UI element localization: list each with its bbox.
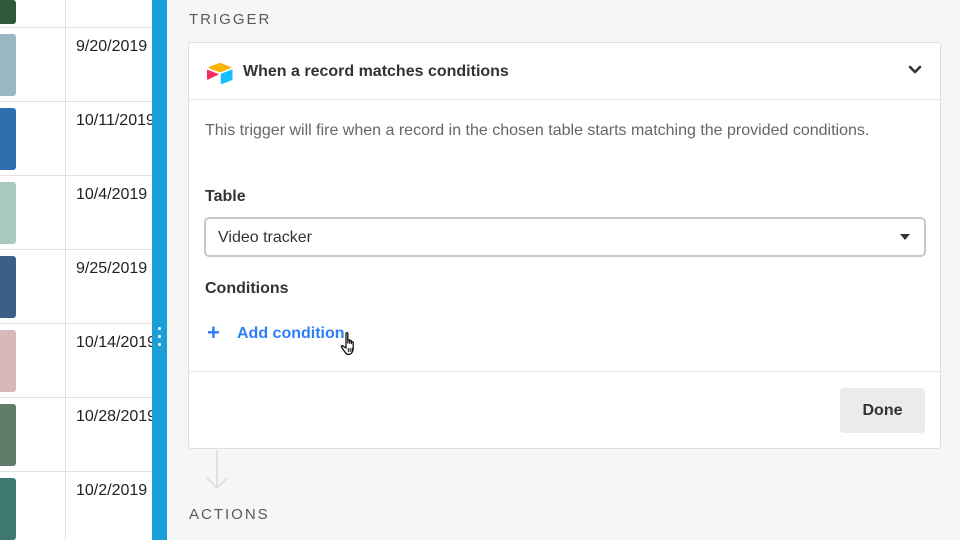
thumbnail-image [0, 330, 16, 392]
dropdown-caret-icon [900, 234, 910, 240]
table-row[interactable]: 10/11/2019 [0, 102, 152, 176]
thumbnail-image [0, 34, 16, 96]
date-cell: 10/28/2019 [76, 408, 152, 425]
date-cell: 9/25/2019 [76, 260, 148, 277]
table-row[interactable]: 10/2/2019 [0, 472, 152, 540]
drag-handle-icon[interactable] [157, 327, 162, 353]
date-cell: 9/20/2019 [76, 38, 148, 55]
table-field-label: Table [205, 188, 246, 205]
table-row[interactable] [0, 0, 152, 28]
thumbnail-image [0, 478, 16, 540]
trigger-section-label: TRIGGER [189, 11, 272, 28]
actions-section-label: ACTIONS [189, 506, 270, 523]
airtable-logo-icon [207, 62, 233, 84]
trigger-description: This trigger will fire when a record in … [205, 122, 870, 139]
table-row[interactable]: 10/28/2019 [0, 398, 152, 472]
card-footer-divider [189, 371, 940, 372]
table-row[interactable]: 9/25/2019 [0, 250, 152, 324]
record-grid: 9/20/2019 10/11/2019 10/4/2019 9/25/2019… [0, 0, 152, 540]
date-cell: 10/11/2019 [76, 112, 152, 129]
arrow-down-icon [206, 450, 228, 490]
panel-resize-handle[interactable] [152, 0, 167, 540]
date-cell: 10/4/2019 [76, 186, 148, 203]
trigger-card: When a record matches conditions This tr… [188, 42, 941, 449]
trigger-type-title: When a record matches conditions [243, 63, 509, 80]
thumbnail-image [0, 404, 16, 466]
thumbnail-image [0, 182, 16, 244]
chevron-down-icon[interactable] [908, 65, 922, 75]
add-condition-label: Add condition [237, 325, 345, 342]
table-row[interactable]: 9/20/2019 [0, 28, 152, 102]
trigger-card-header[interactable]: When a record matches conditions [189, 43, 940, 100]
thumbnail-image [0, 108, 16, 170]
date-cell: 10/14/2019 [76, 334, 152, 351]
table-row[interactable]: 10/4/2019 [0, 176, 152, 250]
table-row[interactable]: 10/14/2019 [0, 324, 152, 398]
done-button[interactable]: Done [840, 388, 925, 433]
table-select[interactable]: Video tracker [204, 217, 926, 257]
conditions-field-label: Conditions [205, 280, 289, 297]
thumbnail-image [0, 256, 16, 318]
table-select-value: Video tracker [218, 229, 312, 246]
thumbnail-image [0, 0, 16, 24]
hand-pointer-cursor-icon [340, 332, 354, 356]
date-cell: 10/2/2019 [76, 482, 148, 499]
plus-icon: + [207, 320, 220, 345]
